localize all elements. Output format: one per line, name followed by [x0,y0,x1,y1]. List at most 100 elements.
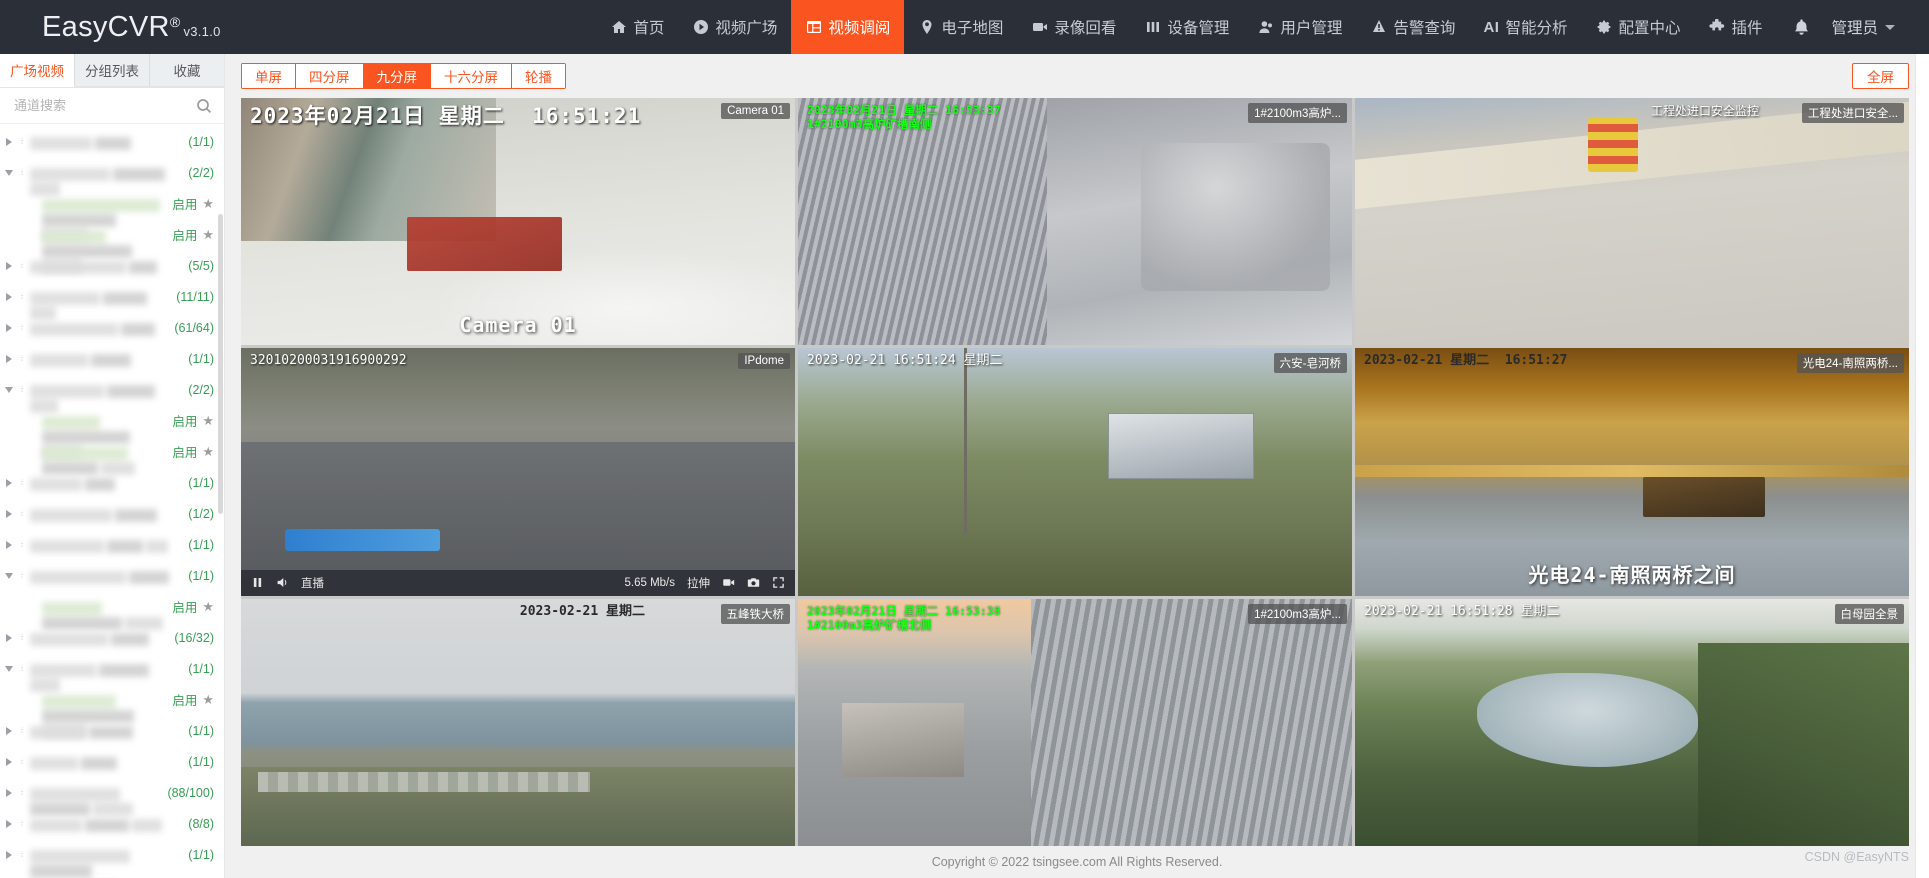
tree-toggle-arrow-icon[interactable] [0,355,18,363]
nav-item-emap[interactable]: 电子地图 [904,0,1017,54]
tree-group-row[interactable]: ⋮⋮(1/1) [0,126,224,157]
split-four-button[interactable]: 四分屏 [295,63,363,89]
tree-channel-row[interactable]: 启用★ [0,219,224,250]
tree-toggle-arrow-icon[interactable] [0,666,18,672]
split-single-button[interactable]: 单屏 [241,63,295,89]
favorite-star-icon[interactable]: ★ [202,692,214,708]
tree-toggle-arrow-icon[interactable] [0,573,18,579]
tree-group-row[interactable]: ⋮⋮(1/1) [0,653,224,684]
tree-group-row[interactable]: ⋮⋮(88/100) [0,777,224,808]
tree-channel-row[interactable]: 启用★ [0,188,224,219]
video-cell-5[interactable]: 2023-02-21 16:51:24 星期二六安-皂河桥 [798,348,1352,595]
nav-item-config-center[interactable]: 配置中心 [1581,0,1694,54]
tree-channel-row[interactable]: 启用★ [0,405,224,436]
tree-toggle-arrow-icon[interactable] [0,851,18,859]
tree-toggle-arrow-icon[interactable] [0,262,18,270]
user-menu-label: 管理员 [1831,16,1878,38]
video-toolbar: 单屏 四分屏 九分屏 十六分屏 轮播 全屏 [225,54,1929,98]
tree-toggle-arrow-icon[interactable] [0,541,18,549]
camera-icon[interactable] [747,576,760,589]
tree-toggle-arrow-icon[interactable] [0,324,18,332]
page-body: 广场视频 分组列表 收藏 ⋮⋮(1/1)⋮⋮(2/2)启用★启用★⋮⋮(5/5)… [0,54,1929,878]
tree-toggle-arrow-icon[interactable] [0,293,18,301]
tree-group-row[interactable]: ⋮⋮(1/1) [0,870,224,878]
video-cell-3[interactable]: 工程处进口安全监控工程处进口安全... [1355,98,1909,345]
tree-group-row[interactable]: ⋮⋮(2/2) [0,374,224,405]
favorite-star-icon[interactable]: ★ [202,196,214,212]
tree-group-row[interactable]: ⋮⋮(61/64) [0,312,224,343]
tree-toggle-arrow-icon[interactable] [0,510,18,518]
tree-channel-row[interactable]: 启用★ [0,591,224,622]
volume-icon[interactable] [276,576,289,589]
video-cell-7[interactable]: 2023-02-21 星期二五峰铁大桥 [241,599,795,846]
tree-group-row[interactable]: ⋮⋮(1/2) [0,498,224,529]
play-circle-icon [692,19,709,36]
nav-item-ai-analysis[interactable]: AI 智能分析 [1469,0,1581,54]
tree-toggle-arrow-icon[interactable] [0,138,18,146]
tree-group-row[interactable]: ⋮⋮(1/1) [0,560,224,591]
pause-icon[interactable] [251,576,264,589]
tree-channel-row[interactable]: 启用★ [0,684,224,715]
tree-toggle-arrow-icon[interactable] [0,479,18,487]
split-nine-button[interactable]: 九分屏 [363,63,431,89]
expand-icon[interactable] [772,576,785,589]
nav-item-video-review[interactable]: 视频调阅 [791,0,904,54]
layout-icon [805,19,822,36]
tree-item-label [42,445,166,459]
tree-toggle-arrow-icon[interactable] [0,634,18,642]
search-icon[interactable] [196,98,212,114]
bell-icon[interactable] [1776,18,1827,37]
tree-toggle-arrow-icon[interactable] [0,789,18,797]
tree-group-row[interactable]: ⋮⋮(1/1) [0,343,224,374]
tree-group-row[interactable]: ⋮⋮(11/11) [0,281,224,312]
tree-toggle-arrow-icon[interactable] [0,758,18,766]
nav-item-home[interactable]: 首页 [596,0,678,54]
tree-group-row[interactable]: ⋮⋮(1/1) [0,715,224,746]
sidebar-scrollbar[interactable] [218,214,223,514]
nav-item-plugin[interactable]: 插件 [1694,0,1776,54]
video-cell-8[interactable]: 2023年02月21日 星期二 16:53:38 1#2100m3高炉矿槽北侧1… [798,599,1352,846]
tree-group-row[interactable]: ⋮⋮(1/1) [0,839,224,870]
video-cell-2[interactable]: 2023年02月21日 星期二 16:53:37 1#2100m3高炉矿槽南侧1… [798,98,1352,345]
nav-item-user-manage[interactable]: 用户管理 [1243,0,1356,54]
video-cell-1[interactable]: 2023年02月21日 星期二 16:51:21Camera 01Camera … [241,98,795,345]
nav-item-alarm-query[interactable]: 告警查询 [1356,0,1469,54]
tree-group-row[interactable]: ⋮⋮(1/1) [0,467,224,498]
sidebar-tab-plaza-video[interactable]: 广场视频 [0,54,75,87]
tree-group-row[interactable]: ⋮⋮(1/1) [0,746,224,777]
user-menu[interactable]: 管理员 [1831,16,1901,38]
favorite-star-icon[interactable]: ★ [202,599,214,615]
video-cell-9[interactable]: 2023-02-21 16:51:28 星期二白母园全景 [1355,599,1909,846]
live-label[interactable]: 直播 [301,575,324,591]
tree-group-row[interactable]: ⋮⋮(1/1) [0,529,224,560]
tree-group-row[interactable]: ⋮⋮(5/5) [0,250,224,281]
channel-count: (1/1) [188,538,214,552]
split-sixteen-button[interactable]: 十六分屏 [430,63,511,89]
tree-group-row[interactable]: ⋮⋮(16/32) [0,622,224,653]
tree-item-label [42,228,166,242]
stretch-button[interactable]: 拉伸 [687,575,710,591]
search-input[interactable] [14,98,196,113]
tree-toggle-arrow-icon[interactable] [0,727,18,735]
tree-group-row[interactable]: ⋮⋮(8/8) [0,808,224,839]
carousel-button[interactable]: 轮播 [511,63,566,89]
tree-toggle-arrow-icon[interactable] [0,170,18,176]
favorite-star-icon[interactable]: ★ [202,227,214,243]
sidebar-tab-favorites[interactable]: 收藏 [150,54,224,87]
video-cell-4[interactable]: 32010200031916900292IPdome直播5.65 Mb/s拉伸 [241,348,795,595]
video-cell-6[interactable]: 2023-02-21 星期二 16:51:27光电24-南照两桥...光电24-… [1355,348,1909,595]
nav-item-playback[interactable]: 录像回看 [1017,0,1130,54]
channel-tree[interactable]: ⋮⋮(1/1)⋮⋮(2/2)启用★启用★⋮⋮(5/5)⋮⋮(11/11)⋮⋮(6… [0,124,224,878]
tree-toggle-arrow-icon[interactable] [0,387,18,393]
favorite-star-icon[interactable]: ★ [202,444,214,460]
app-logo: EasyCVR ® v3.1.0 [0,11,243,44]
nav-item-device-manage[interactable]: 设备管理 [1130,0,1243,54]
nav-item-video-plaza[interactable]: 视频广场 [678,0,791,54]
tree-channel-row[interactable]: 启用★ [0,436,224,467]
tree-toggle-arrow-icon[interactable] [0,820,18,828]
tree-group-row[interactable]: ⋮⋮(2/2) [0,157,224,188]
sidebar-tab-group-list[interactable]: 分组列表 [75,54,150,87]
favorite-star-icon[interactable]: ★ [202,413,214,429]
record-icon[interactable] [722,576,735,589]
fullscreen-button[interactable]: 全屏 [1852,63,1909,89]
